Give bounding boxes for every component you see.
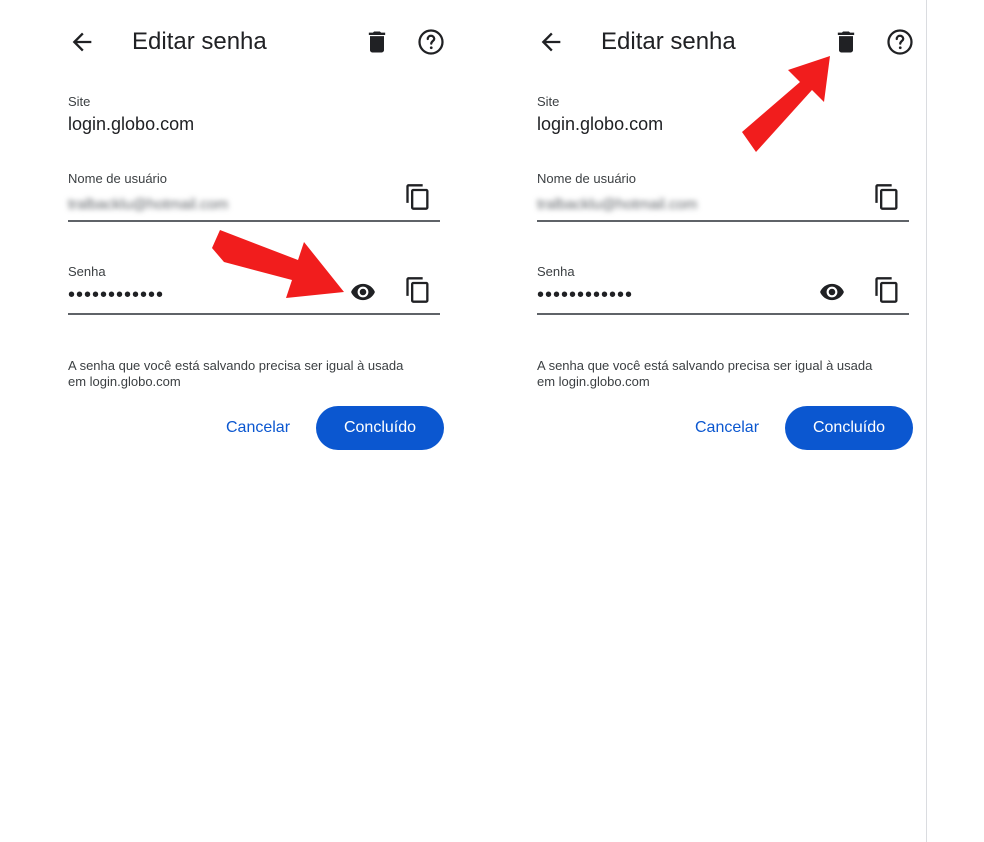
copy-icon[interactable] bbox=[873, 276, 901, 304]
username-underline bbox=[537, 220, 909, 222]
back-arrow-icon[interactable] bbox=[68, 28, 96, 56]
username-field[interactable]: tralbacklu@hotmail.com bbox=[68, 196, 388, 218]
panel-divider bbox=[926, 0, 927, 842]
back-arrow-icon[interactable] bbox=[537, 28, 565, 56]
help-circle-icon[interactable] bbox=[416, 27, 446, 57]
password-note-line: em login.globo.com bbox=[537, 374, 650, 389]
password-note: A senha que você está salvando precisa s… bbox=[68, 358, 448, 390]
password-note: A senha que você está salvando precisa s… bbox=[537, 358, 917, 390]
copy-icon[interactable] bbox=[873, 183, 901, 211]
password-note-line: em login.globo.com bbox=[68, 374, 181, 389]
password-note-line: A senha que você está salvando precisa s… bbox=[68, 358, 404, 373]
password-underline bbox=[537, 313, 909, 315]
username-label: Nome de usuário bbox=[68, 171, 167, 186]
site-label: Site bbox=[68, 94, 91, 109]
username-label: Nome de usuário bbox=[537, 171, 636, 186]
site-value: login.globo.com bbox=[68, 114, 195, 134]
cancel-button[interactable]: Cancelar bbox=[683, 416, 771, 440]
username-field[interactable]: tralbacklu@hotmail.com bbox=[537, 196, 857, 218]
cancel-button[interactable]: Cancelar bbox=[214, 416, 302, 440]
site-value: login.globo.com bbox=[537, 114, 664, 134]
page-title: Editar senha bbox=[601, 28, 736, 55]
password-label: Senha bbox=[537, 264, 575, 279]
red-arrow-icon bbox=[742, 56, 830, 152]
eye-icon[interactable] bbox=[348, 279, 378, 305]
help-circle-icon[interactable] bbox=[885, 27, 915, 57]
site-label: Site bbox=[537, 94, 560, 109]
page-title: Editar senha bbox=[132, 28, 267, 55]
password-note-line: A senha que você está salvando precisa s… bbox=[537, 358, 873, 373]
password-field[interactable]: •••••••••••• bbox=[537, 284, 757, 310]
done-button[interactable]: Concluído bbox=[785, 406, 913, 450]
password-underline bbox=[68, 313, 440, 315]
eye-icon[interactable] bbox=[817, 279, 847, 305]
trash-icon[interactable] bbox=[363, 28, 391, 56]
copy-icon[interactable] bbox=[404, 276, 432, 304]
copy-icon[interactable] bbox=[404, 183, 432, 211]
red-arrow-icon bbox=[212, 230, 344, 298]
password-label: Senha bbox=[68, 264, 106, 279]
done-button[interactable]: Concluído bbox=[316, 406, 444, 450]
